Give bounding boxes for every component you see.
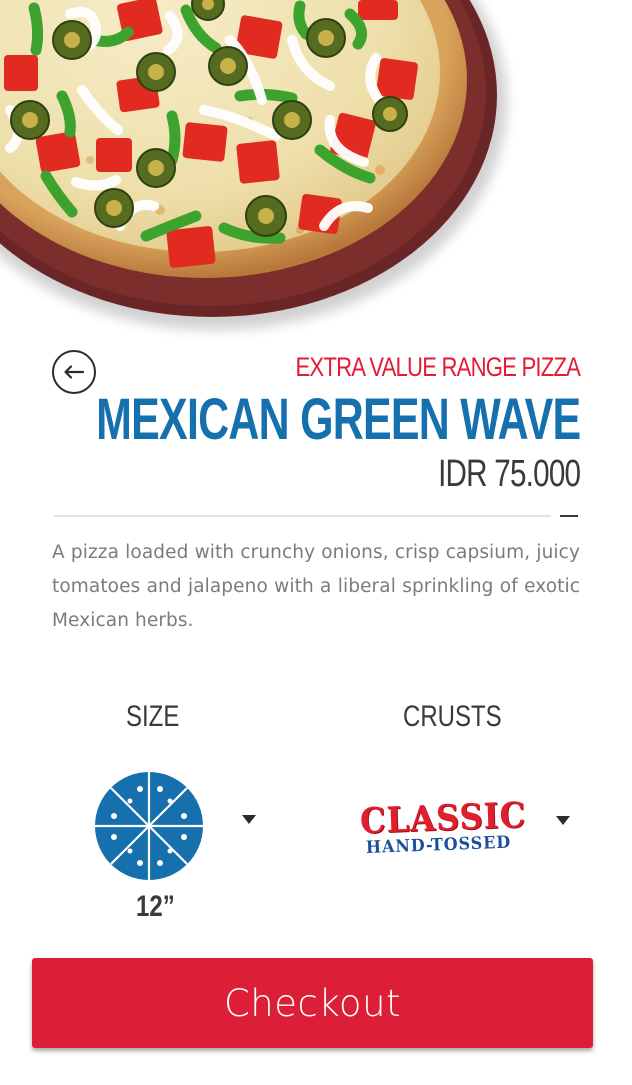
divider xyxy=(54,515,551,517)
size-value: 12” xyxy=(136,890,175,923)
pizza-photo xyxy=(0,0,507,330)
product-category: EXTRA VALUE RANGE PIZZA xyxy=(295,352,580,382)
product-price: IDR 75.000 xyxy=(437,453,581,495)
crust-subname: HAND-TOSSED xyxy=(365,832,512,858)
pizza-hero-image xyxy=(0,0,632,340)
caret-down-icon xyxy=(556,816,570,825)
product-title: MEXICAN GREEN WAVE xyxy=(95,387,581,452)
checkout-button[interactable]: Checkout xyxy=(32,958,593,1048)
divider-accent xyxy=(560,515,578,517)
pizza-slices-icon xyxy=(95,772,203,880)
caret-down-icon xyxy=(242,815,256,824)
crust-selector[interactable]: CLASSIC HAND-TOSSED xyxy=(356,795,586,870)
arrow-left-icon xyxy=(64,365,85,379)
size-label: SIZE xyxy=(126,700,180,733)
size-selector[interactable]: 12” xyxy=(90,768,270,928)
classic-hand-tossed-logo: CLASSIC HAND-TOSSED xyxy=(356,795,531,866)
product-description: A pizza loaded with crunchy onions, cris… xyxy=(52,542,580,631)
crusts-label: CRUSTS xyxy=(403,700,502,733)
back-button[interactable] xyxy=(52,350,96,394)
